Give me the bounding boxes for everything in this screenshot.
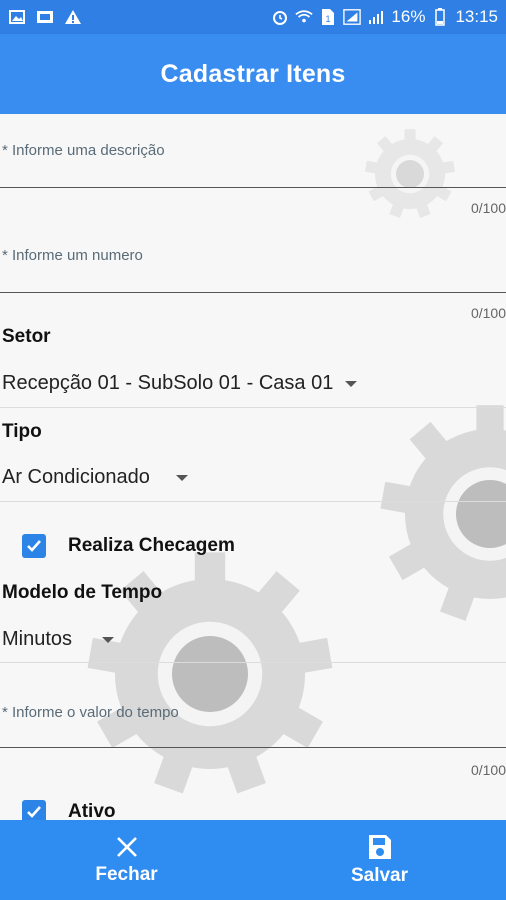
number-underline xyxy=(0,292,506,293)
setor-select[interactable]: Recepção 01 - SubSolo 01 - Casa 01 xyxy=(2,372,358,395)
bottom-action-bar: Fechar Salvar xyxy=(0,820,506,900)
description-field[interactable]: * Informe uma descrição 0/100 xyxy=(0,114,506,216)
realiza-checagem-checkbox[interactable] xyxy=(22,534,46,558)
status-left-icons xyxy=(8,8,82,26)
chevron-down-icon xyxy=(102,636,115,643)
time-value-underline xyxy=(0,747,506,748)
setor-value: Recepção 01 - SubSolo 01 - Casa 01 xyxy=(2,372,334,394)
signal-icon xyxy=(343,8,362,26)
form-content[interactable]: * Informe uma descrição 0/100 * Informe … xyxy=(0,114,506,820)
tipo-label: Tipo xyxy=(2,421,42,442)
alarm-icon xyxy=(271,8,289,26)
tipo-select[interactable]: Ar Condicionado xyxy=(2,466,188,489)
description-counter: 0/100 xyxy=(470,200,506,216)
status-bar: 1 16% 13:15 xyxy=(0,0,506,34)
realiza-checagem-label: Realiza Checagem xyxy=(68,535,235,556)
app-bar: Cadastrar Itens xyxy=(0,34,506,114)
cast-icon xyxy=(36,8,54,26)
save-icon xyxy=(368,835,391,859)
wifi-icon xyxy=(295,8,314,26)
modelo-tempo-select[interactable]: Minutos xyxy=(2,628,115,651)
close-button[interactable]: Fechar xyxy=(0,820,253,900)
svg-text:1: 1 xyxy=(326,14,331,24)
chevron-down-icon xyxy=(345,380,358,387)
time-value-field[interactable]: * Informe o valor do tempo 0/100 xyxy=(0,674,506,784)
battery-percent: 16% xyxy=(391,7,426,26)
modelo-tempo-value: Minutos xyxy=(2,628,73,650)
description-placeholder: * Informe uma descrição xyxy=(2,142,165,159)
time-value-placeholder: * Informe o valor do tempo xyxy=(2,704,179,721)
clock-time: 13:15 xyxy=(455,7,498,26)
save-button-label: Salvar xyxy=(350,865,409,886)
signal-bars-icon xyxy=(367,8,385,26)
modelo-tempo-divider xyxy=(0,662,506,663)
save-button[interactable]: Salvar xyxy=(253,820,506,900)
setor-label: Setor xyxy=(2,326,51,347)
chevron-down-icon xyxy=(175,474,188,481)
number-field[interactable]: * Informe um numero 0/100 xyxy=(0,219,506,321)
ativo-label: Ativo xyxy=(68,801,116,820)
setor-divider xyxy=(0,407,506,408)
check-icon xyxy=(27,806,41,818)
battery-icon xyxy=(431,8,449,26)
number-placeholder: * Informe um numero xyxy=(2,247,143,264)
ativo-checkbox[interactable] xyxy=(22,800,46,820)
time-value-counter: 0/100 xyxy=(470,762,506,778)
description-underline xyxy=(0,187,506,188)
ativo-row[interactable]: Ativo xyxy=(22,800,116,820)
check-icon xyxy=(27,540,41,552)
tipo-divider xyxy=(0,501,506,502)
realiza-checagem-row[interactable]: Realiza Checagem xyxy=(22,534,235,558)
close-button-label: Fechar xyxy=(95,864,158,885)
status-right-icons: 1 16% 13:15 xyxy=(271,7,498,27)
number-counter: 0/100 xyxy=(470,305,506,321)
warning-icon xyxy=(64,8,82,26)
page-title: Cadastrar Itens xyxy=(160,59,346,88)
sim-icon: 1 xyxy=(319,8,337,26)
modelo-tempo-label: Modelo de Tempo xyxy=(2,582,163,603)
image-icon xyxy=(8,8,26,26)
close-icon xyxy=(116,837,137,857)
tipo-value: Ar Condicionado xyxy=(2,466,150,488)
